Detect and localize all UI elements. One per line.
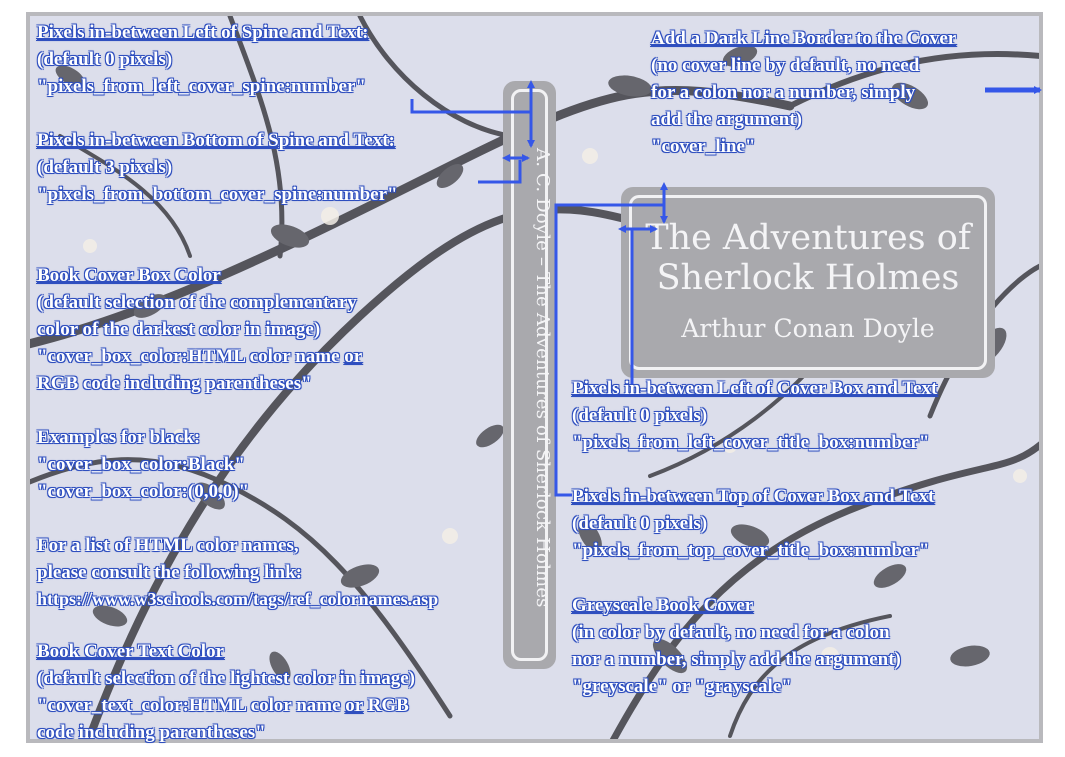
arrow-spine-left-leader xyxy=(410,99,531,114)
arrow-box-top-leader xyxy=(554,203,664,497)
annotation-arrows xyxy=(410,80,1042,497)
arrow-spine-bottom-leader xyxy=(478,160,522,184)
